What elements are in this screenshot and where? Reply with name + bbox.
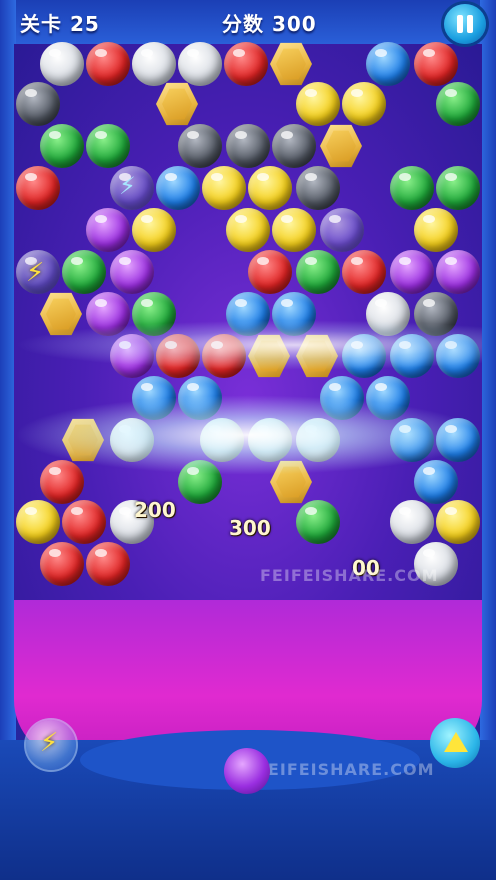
laser-effect [14,395,482,475]
lightning-bolt-icon: ⚡ [40,728,59,758]
gray-bubble [296,166,340,210]
white-bubble [390,500,434,544]
green-bubble [62,250,106,294]
red-bubble [86,42,130,86]
green-bubble [436,82,480,126]
level-label: 关卡 [20,12,62,36]
watermark: FEIFEISHARE.COM [256,760,435,779]
score-value: 300 [271,12,317,36]
green-bubble [296,500,340,544]
yellow-bubble [296,82,340,126]
yellow-bubble [248,166,292,210]
yellow-bubble [16,500,60,544]
clear-bubble [320,208,364,252]
red-bubble [40,542,84,586]
yellow-bubble [226,208,270,252]
swap-booster-button[interactable] [430,718,480,768]
white-bubble [178,42,222,86]
blue-bubble [156,166,200,210]
purple-bubble [86,208,130,252]
gray-bubble [16,82,60,126]
red-bubble [86,542,130,586]
red-bubble [224,42,268,86]
lightning-booster-button[interactable]: ⚡ [26,720,76,770]
score-popup: 200 [134,498,176,522]
gray-bubble [226,124,270,168]
white-bubble [132,42,176,86]
triangle-play-icon [444,732,468,752]
gold-hex-block-inner [276,48,306,80]
red-bubble [414,42,458,86]
yellow-bubble [272,208,316,252]
yellow-bubble [132,208,176,252]
gray-bubble [272,124,316,168]
blue-bubble [366,42,410,86]
purple-bubble [110,250,154,294]
level-display: 关卡 25 [20,8,100,37]
pause-icon-bar [467,15,473,33]
shooter-bubble[interactable] [224,748,270,794]
green-bubble [436,166,480,210]
watermark: FEIFEISHARE.COM [260,566,439,585]
red-bubble [62,500,106,544]
gray-bubble [178,124,222,168]
gold-hex-block-inner [326,130,356,162]
level-value: 25 [69,12,100,36]
score-label: 分数 [222,12,264,36]
green-bubble [40,124,84,168]
beam-effect [14,320,482,370]
purple-bubble [390,250,434,294]
yellow-bubble [342,82,386,126]
yellow-bubble [436,500,480,544]
game-stage[interactable]: 关卡 25 分数 300 ⚡ ⚡ 200 300 00 FEIFEISHARE.C… [0,0,496,880]
green-bubble [390,166,434,210]
green-bubble [86,124,130,168]
pause-button[interactable] [444,4,486,44]
yellow-bubble [202,166,246,210]
purple-bubble [436,250,480,294]
gold-bolt-icon: ⚡ [26,258,45,288]
gold-hex-block-inner [162,88,192,120]
red-bubble [16,166,60,210]
pause-icon [457,15,463,33]
score-display: 分数 300 [222,8,317,37]
red-bubble [248,250,292,294]
red-bubble [342,250,386,294]
score-popup: 300 [229,516,271,540]
white-bubble [40,42,84,86]
yellow-bubble [414,208,458,252]
lightning-icon: ⚡ [119,172,136,200]
green-bubble [296,250,340,294]
